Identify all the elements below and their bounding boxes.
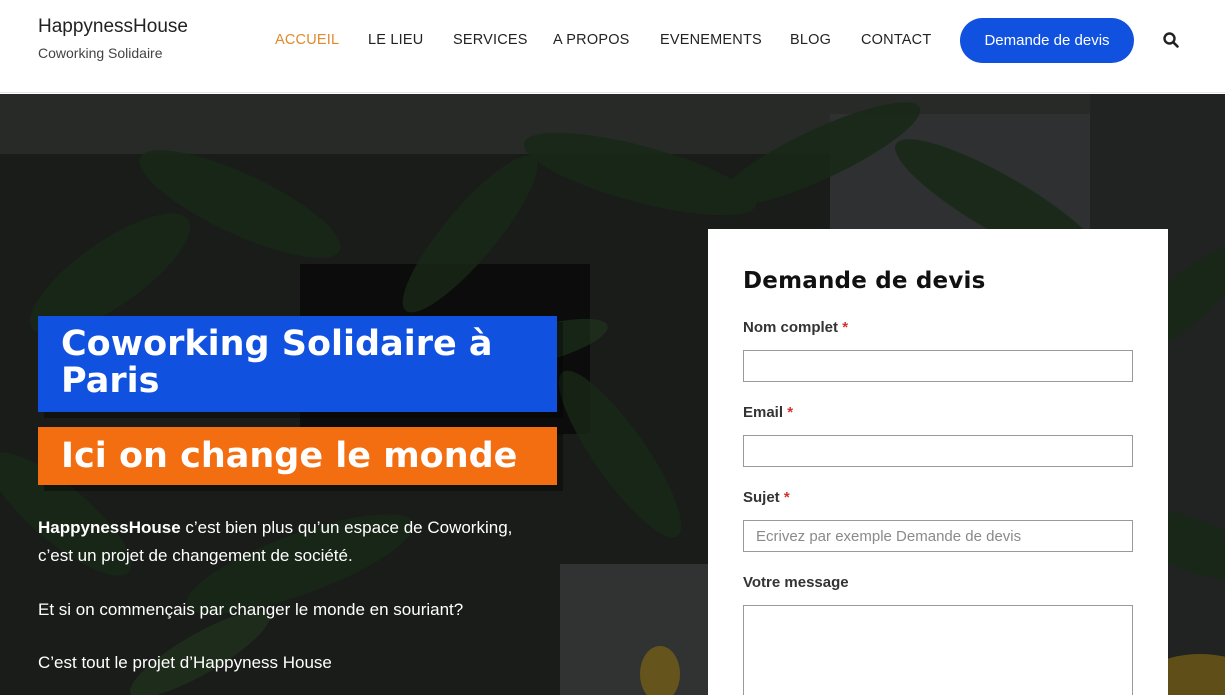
nav-item-evenements[interactable]: EVENEMENTS (660, 30, 762, 50)
site-header: HappynessHouse Coworking Solidaire ACCUE… (0, 0, 1225, 93)
nav-item-contact[interactable]: CONTACT (861, 30, 931, 50)
hero-intro: HappynessHouse c’est bien plus qu’un esp… (38, 514, 512, 570)
email-field[interactable] (743, 435, 1133, 467)
message-field[interactable] (743, 605, 1133, 695)
name-label: Nom complet * (743, 319, 848, 336)
subject-label: Sujet * (743, 489, 790, 506)
name-label-text: Nom complet (743, 319, 839, 336)
form-title: Demande de devis (743, 268, 986, 294)
message-label: Votre message (743, 574, 849, 591)
full-name-field[interactable] (743, 350, 1133, 382)
hero-subtitle: Ici on change le monde (61, 436, 518, 476)
required-mark: * (783, 489, 790, 506)
subject-label-text: Sujet (743, 489, 780, 506)
nav-item-le-lieu[interactable]: LE LIEU (368, 30, 423, 50)
hero-title: Coworking Solidaire à Paris (61, 324, 493, 401)
required-mark: * (842, 319, 849, 336)
quote-form: Demande de devis Nom complet * Email * S… (708, 229, 1168, 695)
intro-line-2: c’est un projet de changement de société… (38, 546, 353, 565)
email-label: Email * (743, 404, 793, 421)
nav-item-services[interactable]: SERVICES (453, 30, 528, 50)
nav-item-blog[interactable]: BLOG (790, 30, 831, 50)
hero-question: Et si on commençais par changer le monde… (38, 600, 464, 619)
brand-name[interactable]: HappynessHouse (38, 16, 188, 38)
hero-section: Coworking Solidaire à Paris Ici on chang… (0, 94, 1225, 695)
search-icon[interactable] (1162, 31, 1180, 49)
brand-tagline: Coworking Solidaire (38, 45, 163, 61)
email-label-text: Email (743, 404, 784, 421)
subject-field[interactable] (743, 520, 1133, 552)
intro-text: c’est bien plus qu’un espace de Coworkin… (180, 518, 513, 537)
hero-subtitle-box: Ici on change le monde (38, 427, 557, 485)
nav-item-a-propos[interactable]: A PROPOS (553, 30, 630, 50)
hero-title-box: Coworking Solidaire à Paris (38, 316, 557, 412)
intro-brand: HappynessHouse (38, 518, 181, 537)
quote-request-button[interactable]: Demande de devis (960, 18, 1134, 63)
brand[interactable]: HappynessHouse Coworking Solidaire (38, 16, 188, 62)
nav-item-accueil[interactable]: ACCUEIL (275, 30, 339, 50)
required-mark: * (787, 404, 794, 421)
hero-closing: C’est tout le projet d’Happyness House (38, 653, 332, 672)
